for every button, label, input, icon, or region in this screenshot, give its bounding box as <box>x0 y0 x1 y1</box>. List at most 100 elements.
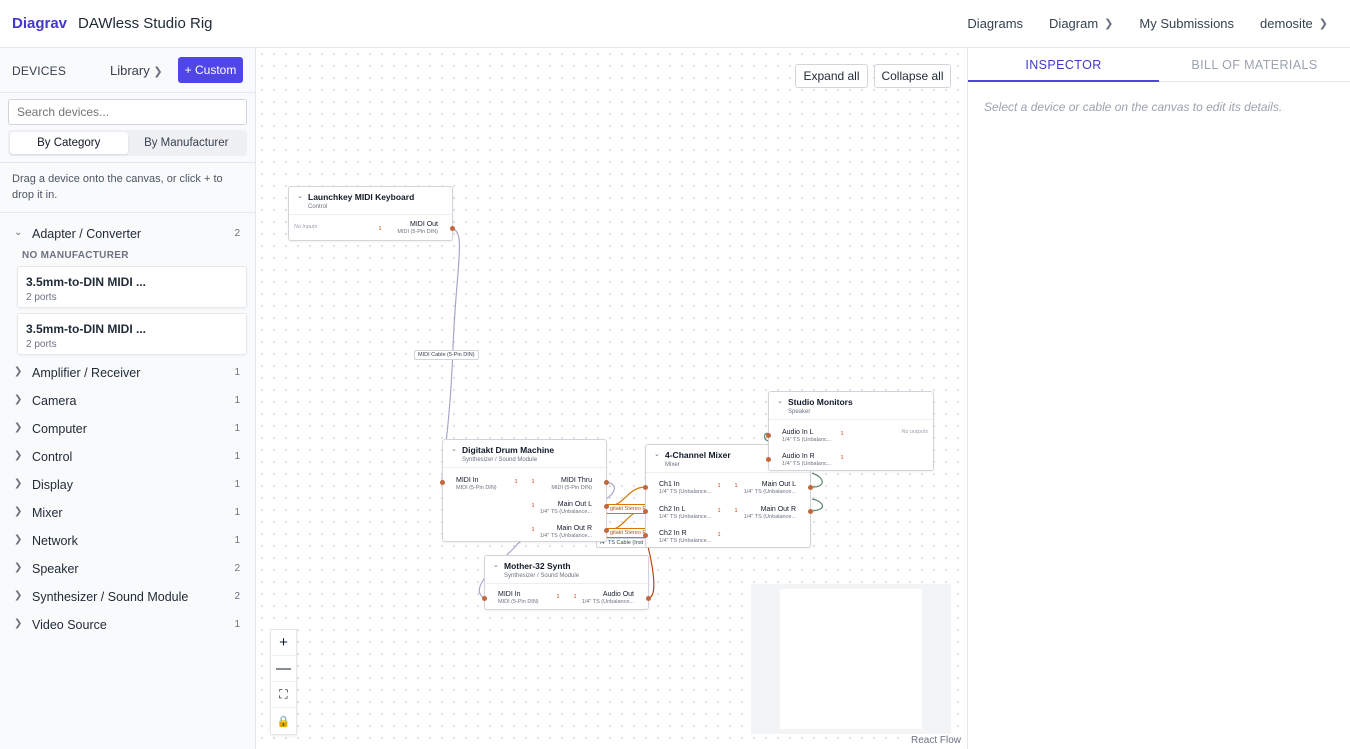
nav-diagram[interactable]: Diagram ❯ <box>1049 16 1113 31</box>
category-speaker[interactable]: ❯ Speaker 2 <box>0 560 256 580</box>
device-search-input[interactable] <box>8 99 247 125</box>
chevron-right-icon: ❯ <box>14 562 23 573</box>
divider <box>0 212 256 213</box>
category-control[interactable]: ❯ Control 1 <box>0 448 256 468</box>
port-main-out-r: Main Out R 1/4" TS (Unbalance... <box>540 525 592 539</box>
chevron-down-icon[interactable]: ⌄ <box>777 397 783 405</box>
minimap[interactable] <box>751 584 951 734</box>
port-handle[interactable] <box>643 485 648 490</box>
toggle-by-manufacturer[interactable]: By Manufacturer <box>128 132 246 154</box>
library-button[interactable]: Library ❯ <box>110 63 163 78</box>
port-type: 1/4" TS (Unbalanc... <box>782 461 832 467</box>
category-display[interactable]: ❯ Display 1 <box>0 476 256 496</box>
diagram-title[interactable]: DAWless Studio Rig <box>78 15 213 32</box>
nav-submissions[interactable]: My Submissions <box>1139 16 1234 31</box>
category-mixer[interactable]: ❯ Mixer 1 <box>0 504 256 524</box>
divider <box>0 162 256 163</box>
diagram-canvas[interactable]: Expand all Collapse all MIDI Cable (5-Pi… <box>256 48 967 749</box>
zoom-out-button[interactable]: — <box>271 656 296 682</box>
chevron-down-icon[interactable]: ⌄ <box>451 445 457 453</box>
port-midi-thru: MIDI Thru MIDI (5-Pin DIN) <box>551 477 592 491</box>
chevron-down-icon[interactable]: ⌄ <box>297 192 303 200</box>
port-handle[interactable] <box>808 509 813 514</box>
chevron-down-icon[interactable]: ⌄ <box>654 450 660 458</box>
nav-diagrams-label: Diagrams <box>967 16 1024 31</box>
port-type: 1/4" TS (Unbalance... <box>659 514 712 520</box>
fit-view-button[interactable]: ⛶ <box>271 682 296 708</box>
category-label: Mixer <box>32 506 63 520</box>
port-handle[interactable] <box>643 509 648 514</box>
category-count: 2 <box>234 563 240 574</box>
category-network[interactable]: ❯ Network 1 <box>0 532 256 552</box>
port-count-badge: 1 <box>717 532 721 538</box>
device-node-monitors[interactable]: ⌄ Studio Monitors Speaker Audio In L 1/4"… <box>766 391 934 471</box>
lock-button[interactable]: 🔒 <box>271 708 296 734</box>
port-count-badge: 1 <box>840 431 844 437</box>
port-handle[interactable] <box>766 457 771 462</box>
tab-inspector[interactable]: INSPECTOR <box>968 58 1159 82</box>
node-header: ⌄ Launchkey MIDI Keyboard Control <box>289 187 452 215</box>
port-handle[interactable] <box>646 596 651 601</box>
port-handle[interactable] <box>450 226 455 231</box>
port-count-badge: 1 <box>734 508 738 514</box>
toggle-by-category[interactable]: By Category <box>10 132 128 154</box>
top-nav: Diagrams Diagram ❯ My Submissions demosit… <box>967 16 1328 31</box>
port-handle[interactable] <box>482 596 487 601</box>
port-name: Audio In L <box>782 429 814 436</box>
active-tab-indicator <box>968 80 1159 82</box>
category-count: 1 <box>234 367 240 378</box>
add-custom-button[interactable]: + Custom <box>178 57 243 83</box>
node-header: ⌄ Mother-32 Synth Synthesizer / Sound Mo… <box>485 556 648 584</box>
chevron-down-icon[interactable]: ⌄ <box>493 561 499 569</box>
device-node-keyboard[interactable]: ⌄ Launchkey MIDI Keyboard Control No inp… <box>288 186 455 241</box>
monitor-cables[interactable] <box>809 472 823 512</box>
minimap-viewport[interactable] <box>780 589 922 729</box>
port-type: 1/4" TS (Unbalance... <box>539 533 592 539</box>
no-outputs-label: No outputs <box>901 429 928 435</box>
device-card[interactable]: 3.5mm-to-DIN MIDI ... 2 ports <box>17 266 247 308</box>
category-count: 1 <box>234 423 240 434</box>
port-main-out-l: Main Out L 1/4" TS (Unbalance... <box>744 481 796 495</box>
chevron-right-icon: ❯ <box>153 66 163 78</box>
device-card-ports: 2 ports <box>26 292 57 303</box>
port-handle[interactable] <box>643 533 648 538</box>
category-adapter-converter[interactable]: ⌄ Adapter / Converter 2 <box>0 225 256 245</box>
tab-bill-of-materials[interactable]: BILL OF MATERIALS <box>1159 58 1350 82</box>
device-node-drum-machine[interactable]: ⌄ Digitakt Drum Machine Synthesizer / So… <box>440 439 609 542</box>
port-type: 1/4" TS (Unbalance... <box>659 538 712 544</box>
category-computer[interactable]: ❯ Computer 1 <box>0 420 256 440</box>
lock-icon: 🔒 <box>276 715 291 728</box>
port-handle[interactable] <box>604 504 609 509</box>
port-type: MIDI (5-Pin DIN) <box>456 485 497 491</box>
brand-logo[interactable]: Diagrav <box>12 15 67 32</box>
port-handle[interactable] <box>604 528 609 533</box>
category-synthesizer[interactable]: ❯ Synthesizer / Sound Module 2 <box>0 588 256 608</box>
zoom-in-button[interactable]: + <box>271 630 296 656</box>
react-flow-attribution[interactable]: React Flow <box>908 735 963 746</box>
category-label: Camera <box>32 394 77 408</box>
category-video-source[interactable]: ❯ Video Source 1 <box>0 616 256 636</box>
device-card[interactable]: 3.5mm-to-DIN MIDI ... 2 ports <box>17 313 247 355</box>
port-count-badge: 1 <box>717 508 721 514</box>
canvas-controls: + — ⛶ 🔒 <box>270 629 297 735</box>
port-handle[interactable] <box>766 433 771 438</box>
chevron-right-icon: ❯ <box>14 450 23 461</box>
port-handle[interactable] <box>440 480 445 485</box>
port-midi-in: MIDI In MIDI (5-Pin DIN) <box>456 477 497 491</box>
category-label: Control <box>32 450 73 464</box>
port-handle[interactable] <box>808 485 813 490</box>
port-name: MIDI Thru <box>561 477 592 484</box>
port-name: Main Out R <box>760 506 796 513</box>
nav-diagrams[interactable]: Diagrams <box>967 16 1023 31</box>
port-handle[interactable] <box>604 480 609 485</box>
nav-user-menu[interactable]: demosite ❯ <box>1260 16 1328 31</box>
category-amplifier-receiver[interactable]: ❯ Amplifier / Receiver 1 <box>0 364 256 384</box>
chevron-right-icon: ❯ <box>14 506 23 517</box>
port-name: Main Out R <box>556 525 592 532</box>
fit-view-icon: ⛶ <box>279 687 288 701</box>
node-category: Mixer <box>665 462 680 468</box>
device-node-synth[interactable]: ⌄ Mother-32 Synth Synthesizer / Sound Mo… <box>482 555 651 610</box>
node-category: Speaker <box>788 409 811 415</box>
category-camera[interactable]: ❯ Camera 1 <box>0 392 256 412</box>
cable-label-midi[interactable]: MIDI Cable (5-Pin DIN) <box>414 350 479 360</box>
